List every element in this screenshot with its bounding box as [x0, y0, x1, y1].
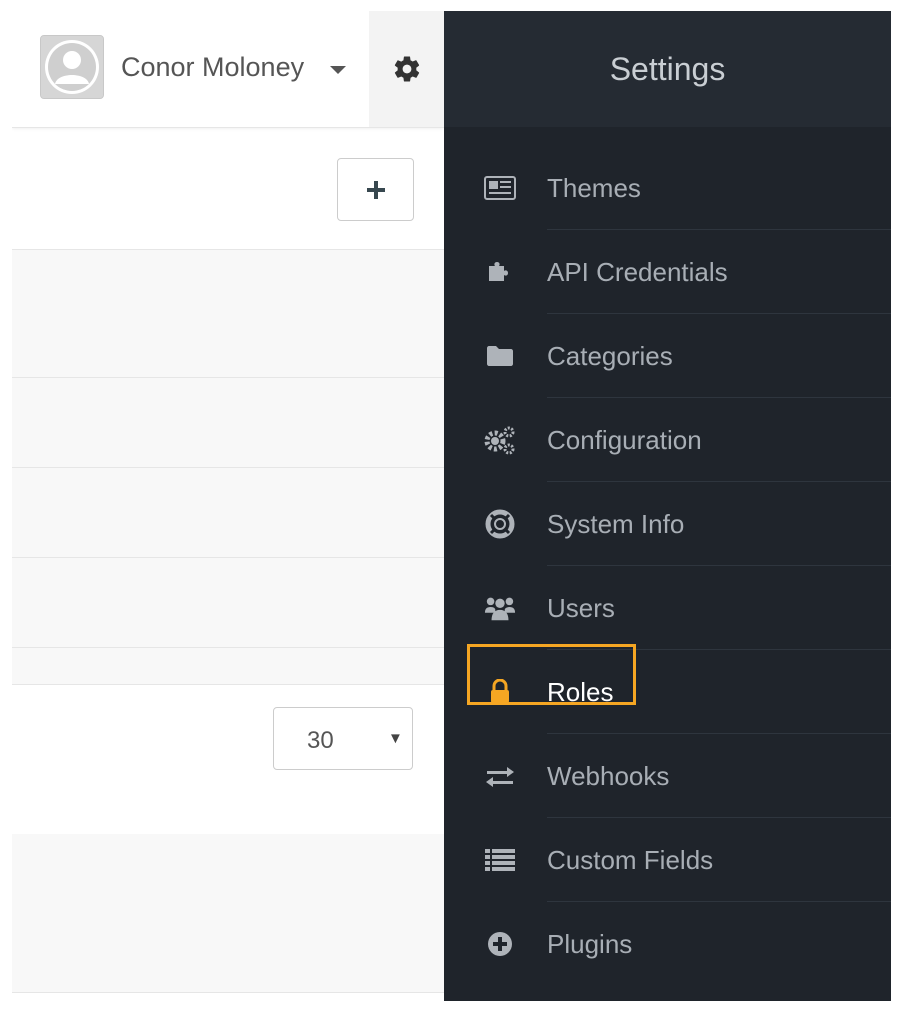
plus-icon: [366, 180, 385, 199]
main-panel: Conor Moloney 30 ▼: [12, 11, 444, 1001]
sidebar-item-label: Plugins: [547, 929, 633, 959]
sidebar-item-custom-fields[interactable]: Custom Fields: [444, 818, 891, 902]
list-row[interactable]: [12, 558, 444, 648]
avatar[interactable]: [40, 35, 104, 99]
user-name[interactable]: Conor Moloney: [121, 52, 304, 83]
list-row[interactable]: [12, 250, 444, 378]
sidebar-item-api-credentials[interactable]: API Credentials: [444, 230, 891, 314]
sidebar-item-label: Webhooks: [547, 761, 670, 791]
sidebar-item-label: Roles: [547, 677, 614, 707]
sidebar-item-webhooks[interactable]: Webhooks: [444, 734, 891, 818]
user-silhouette-icon: [41, 36, 103, 98]
settings-sidebar: Settings Themes API Credentials Categori…: [444, 11, 891, 1001]
list-icon: [484, 844, 516, 876]
list-row[interactable]: [12, 378, 444, 468]
sidebar-header: Settings: [444, 11, 891, 127]
sidebar-item-categories[interactable]: Categories: [444, 314, 891, 398]
gear-icon: [394, 56, 419, 82]
sidebar-title: Settings: [609, 50, 726, 87]
users-icon: [484, 592, 516, 624]
puzzle-icon: [484, 256, 516, 288]
sidebar-item-label: Configuration: [547, 425, 702, 455]
list-row[interactable]: [12, 468, 444, 558]
sidebar-item-themes[interactable]: Themes: [444, 146, 891, 230]
lock-icon: [484, 676, 516, 708]
sidebar-item-label: Users: [547, 593, 615, 623]
top-bar: Conor Moloney: [12, 11, 444, 128]
sidebar-item-plugins[interactable]: Plugins: [444, 902, 891, 986]
sidebar-item-label: API Credentials: [547, 257, 728, 287]
sidebar-item-label: Themes: [547, 173, 641, 203]
sidebar-item-users[interactable]: Users: [444, 566, 891, 650]
per-page-value: 30: [307, 727, 334, 754]
newspaper-icon: [484, 172, 516, 204]
list-row[interactable]: [12, 834, 444, 993]
chevron-down-icon[interactable]: [330, 66, 346, 74]
settings-button[interactable]: [369, 11, 444, 127]
per-page-select[interactable]: 30 ▼: [273, 707, 413, 770]
sidebar-item-label: Categories: [547, 341, 673, 371]
select-arrow-icon: ▼: [388, 730, 403, 747]
settings-menu: Themes API Credentials Categories Config…: [444, 146, 891, 986]
cogs-icon: [484, 424, 516, 456]
exchange-icon: [484, 760, 516, 792]
sidebar-item-label: Custom Fields: [547, 845, 714, 875]
sidebar-item-configuration[interactable]: Configuration: [444, 398, 891, 482]
add-button[interactable]: [337, 158, 414, 221]
list-row[interactable]: [12, 648, 444, 685]
sidebar-item-label: System Info: [547, 509, 685, 539]
sidebar-item-roles[interactable]: Roles: [444, 644, 891, 734]
sidebar-item-system-info[interactable]: System Info: [444, 482, 891, 566]
plus-circle-icon: [484, 928, 516, 960]
folder-icon: [484, 340, 516, 372]
life-ring-icon: [484, 508, 516, 540]
